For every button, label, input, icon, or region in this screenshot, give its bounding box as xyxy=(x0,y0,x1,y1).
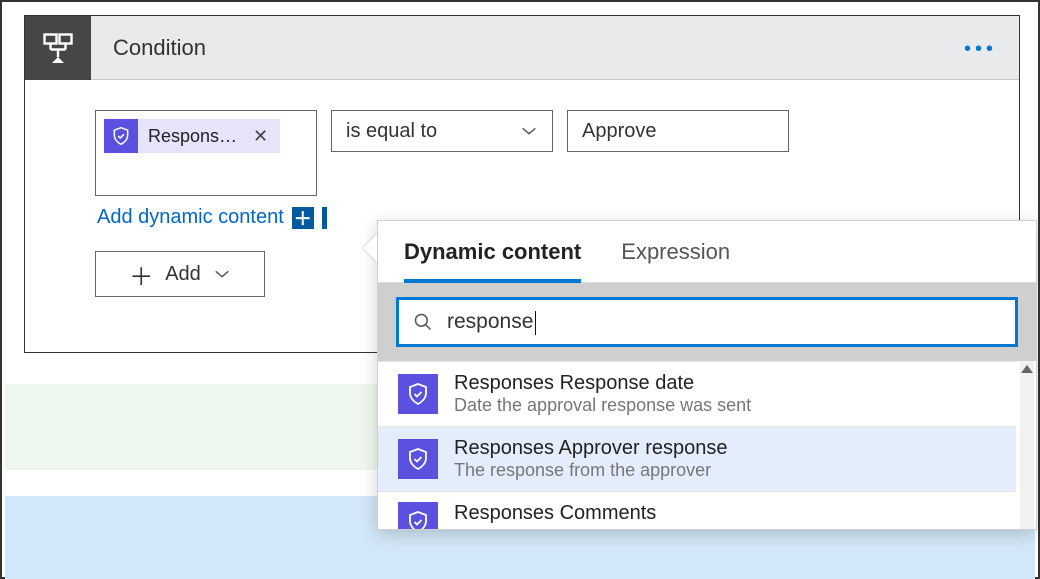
result-title: Responses Approver response xyxy=(454,437,728,460)
result-title: Responses Comments xyxy=(454,502,656,525)
add-dynamic-label: Add dynamic content xyxy=(97,206,284,229)
search-icon xyxy=(413,312,433,332)
flyout-tabs: Dynamic content Expression xyxy=(378,221,1036,283)
approval-icon xyxy=(104,119,138,153)
result-desc: Date the approval response was sent xyxy=(454,395,751,416)
condition-header[interactable]: Condition ••• xyxy=(25,16,1019,80)
search-value: response xyxy=(447,310,533,334)
condition-left-value[interactable]: Respons… ✕ xyxy=(95,110,317,196)
results-list: Responses Response date Date the approva… xyxy=(378,361,1036,529)
result-desc: The response from the approver xyxy=(454,460,728,481)
scroll-up-icon[interactable] xyxy=(1021,365,1033,373)
condition-operator-select[interactable]: is equal to xyxy=(331,110,553,152)
condition-right-value[interactable]: Approve xyxy=(567,110,789,152)
approval-icon xyxy=(398,502,438,529)
search-area: response xyxy=(378,283,1036,361)
result-item[interactable]: Responses Response date Date the approva… xyxy=(378,361,1016,426)
condition-title: Condition xyxy=(113,35,206,61)
chevron-down-icon xyxy=(213,263,231,286)
token-remove-icon[interactable]: ✕ xyxy=(247,126,274,147)
chevron-down-icon xyxy=(520,120,538,143)
add-button-label: Add xyxy=(165,263,201,286)
more-menu-icon[interactable]: ••• xyxy=(964,38,997,61)
plus-icon: ＋ xyxy=(292,207,314,229)
flyout-pointer xyxy=(363,234,377,262)
scrollbar[interactable] xyxy=(1020,361,1034,529)
token-label: Respons… xyxy=(148,126,237,147)
right-value-text: Approve xyxy=(582,120,657,143)
tab-dynamic-content[interactable]: Dynamic content xyxy=(404,239,581,283)
plus-icon: ＋ xyxy=(129,257,153,292)
result-title: Responses Response date xyxy=(454,372,751,395)
search-input[interactable]: response xyxy=(396,297,1018,347)
condition-icon xyxy=(25,16,91,80)
dynamic-content-flyout: Dynamic content Expression response xyxy=(377,220,1037,530)
operator-label: is equal to xyxy=(346,120,437,143)
insertion-caret xyxy=(322,207,327,229)
result-item[interactable]: Responses Approver response The response… xyxy=(378,426,1016,491)
approval-icon xyxy=(398,374,438,414)
add-condition-button[interactable]: ＋ Add xyxy=(95,251,265,297)
result-item[interactable]: Responses Comments xyxy=(378,491,1016,529)
approval-icon xyxy=(398,439,438,479)
dynamic-token-chip[interactable]: Respons… ✕ xyxy=(104,119,280,153)
tab-expression[interactable]: Expression xyxy=(621,239,730,282)
